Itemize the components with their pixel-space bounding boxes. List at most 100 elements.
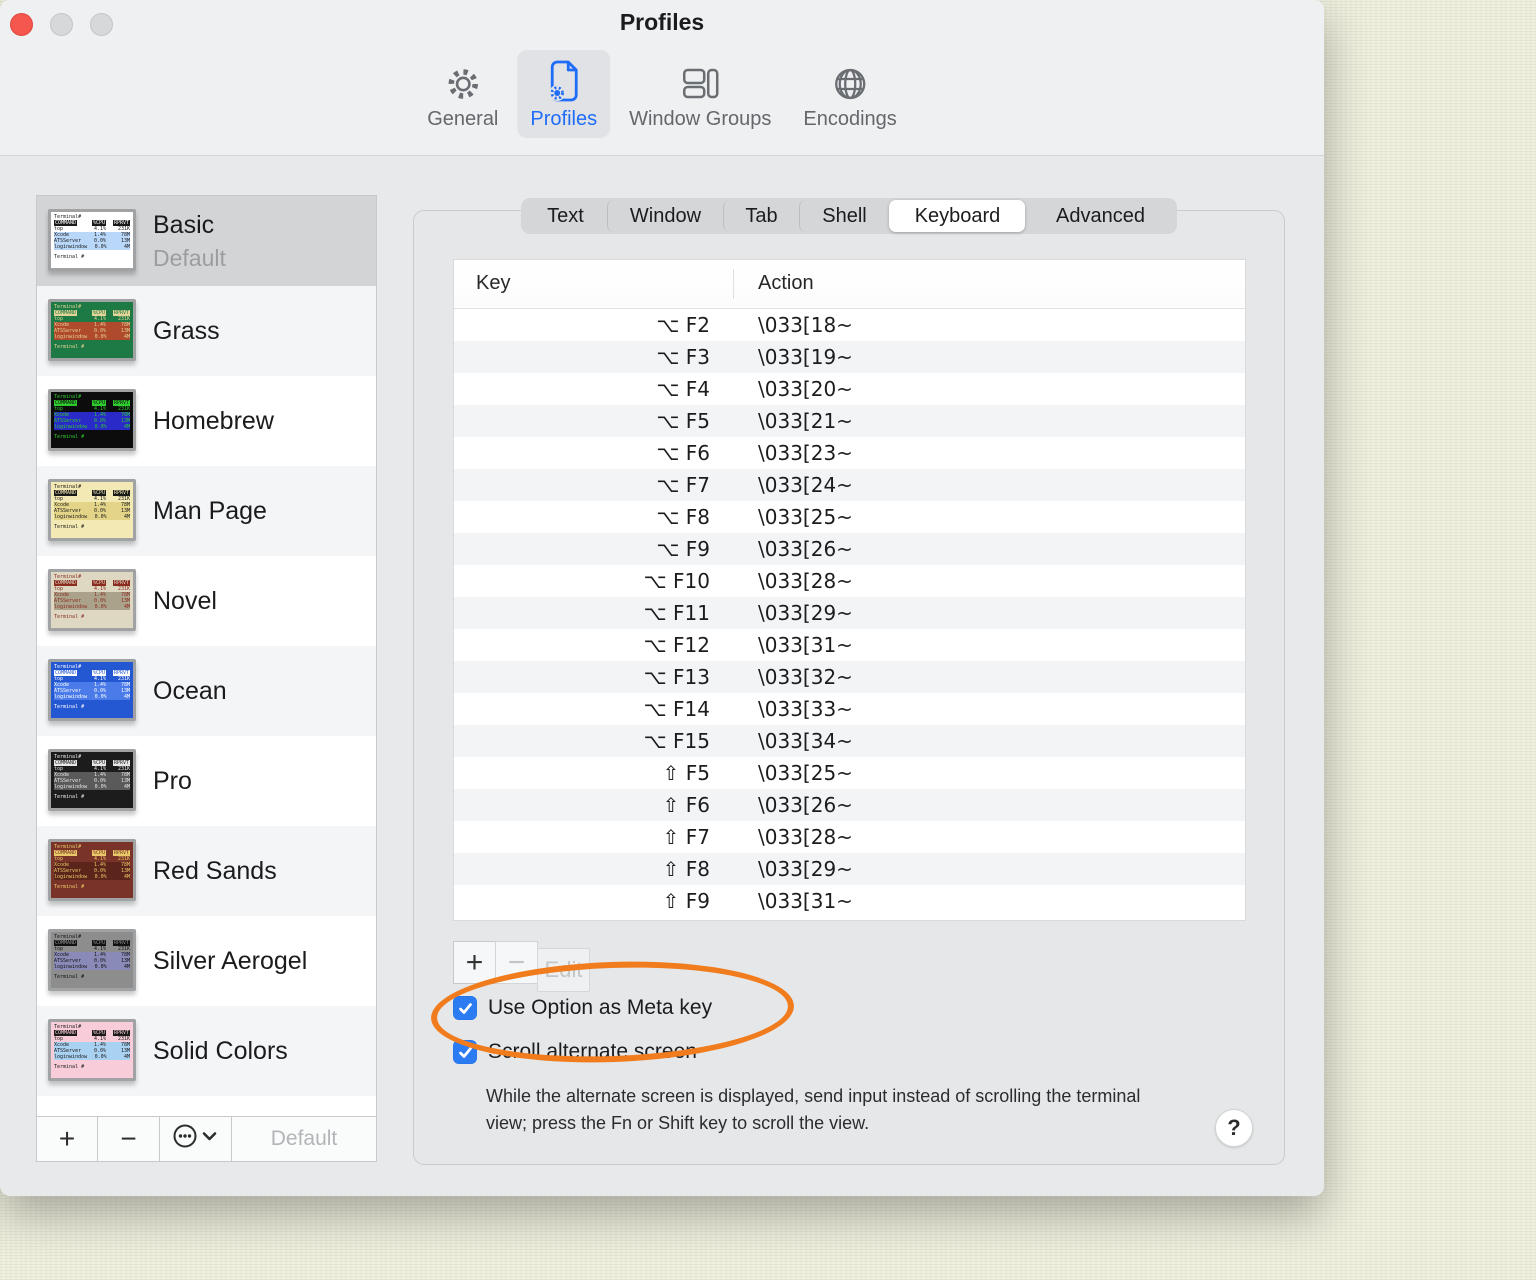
key-binding-row[interactable]: ⌥ F14 \033[33~ [454, 693, 1245, 725]
key-binding-row[interactable]: ⌥ F2 \033[18~ [454, 309, 1245, 341]
key-binding-row[interactable]: ⌥ F15 \033[34~ [454, 725, 1245, 757]
toolbar: General Profiles Window Groups Encodings [414, 50, 910, 138]
profile-name: Silver Aerogel [153, 946, 308, 975]
use-option-as-meta-key-checkbox[interactable] [453, 996, 477, 1020]
profile-item-grass[interactable]: Terminal# COMMAND %CPU RPRVT top 4.1% 231K… [37, 286, 376, 376]
action-cell: \033[19~ [758, 345, 853, 369]
add-profile-button[interactable]: + [37, 1117, 98, 1161]
profile-item-novel[interactable]: Terminal# COMMAND %CPU RPRVT top 4.1% 231K… [37, 556, 376, 646]
action-cell: \033[25~ [758, 761, 853, 785]
more-options-button[interactable] [160, 1117, 232, 1161]
key-binding-row[interactable]: ⇧ F6 \033[26~ [454, 789, 1245, 821]
globe-icon [830, 59, 870, 103]
profile-item-pro[interactable]: Terminal# COMMAND %CPU RPRVT top 4.1% 231K… [37, 736, 376, 826]
action-cell: \033[21~ [758, 409, 853, 433]
window-title: Profiles [619, 9, 705, 35]
key-cell: ⌥ F15 [643, 729, 710, 753]
scroll-alternate-screen-checkbox[interactable] [453, 1040, 477, 1064]
set-default-button[interactable]: Default [232, 1117, 376, 1161]
key-cell: ⌥ F2 [656, 313, 710, 337]
tab-window[interactable]: Window [607, 200, 723, 232]
action-cell: \033[34~ [758, 729, 853, 753]
key-binding-row[interactable]: ⌥ F5 \033[21~ [454, 405, 1245, 437]
action-cell: \033[29~ [758, 601, 853, 625]
action-cell: \033[28~ [758, 569, 853, 593]
profile-name: Homebrew [153, 406, 274, 435]
toolbar-item-profiles[interactable]: Profiles [517, 50, 611, 138]
remove-key-button[interactable]: − [495, 941, 538, 984]
key-binding-row[interactable]: ⌥ F13 \033[32~ [454, 661, 1245, 693]
key-cell: ⌥ F4 [656, 377, 710, 401]
alternate-screen-help-text: While the alternate screen is displayed,… [486, 1086, 1141, 1133]
tab-text[interactable]: Text [523, 200, 607, 232]
toolbar-item-general[interactable]: General [414, 50, 511, 138]
key-binding-row[interactable]: ⇧ F7 \033[28~ [454, 821, 1245, 853]
action-cell: \033[23~ [758, 441, 853, 465]
column-header-action: Action [758, 272, 814, 294]
profile-item-homebrew[interactable]: Terminal# COMMAND %CPU RPRVT top 4.1% 231K… [37, 376, 376, 466]
add-key-button[interactable]: + [453, 941, 496, 984]
window-groups-icon [680, 59, 720, 103]
key-binding-row[interactable]: ⌥ F7 \033[24~ [454, 469, 1245, 501]
profile-item-solid-colors[interactable]: Terminal# COMMAND %CPU RPRVT top 4.1% 231K… [37, 1006, 376, 1096]
action-cell: \033[31~ [758, 633, 853, 657]
key-binding-row[interactable]: ⌥ F9 \033[26~ [454, 533, 1245, 565]
profile-item-ocean[interactable]: Terminal# COMMAND %CPU RPRVT top 4.1% 231K… [37, 646, 376, 736]
terminal-preferences-window: Profiles General Profiles Window Groups … [0, 0, 1324, 1196]
checkbox-label: Use Option as Meta key [488, 996, 713, 1019]
key-cell: ⇧ F8 [662, 857, 710, 881]
key-binding-row[interactable]: ⌥ F11 \033[29~ [454, 597, 1245, 629]
toolbar-item-window-groups[interactable]: Window Groups [616, 50, 784, 138]
key-binding-row[interactable]: ⇧ F8 \033[29~ [454, 853, 1245, 885]
key-cell: ⌥ F9 [656, 537, 710, 561]
remove-profile-button[interactable]: − [98, 1117, 160, 1161]
help-button[interactable]: ? [1215, 1109, 1253, 1147]
tab-advanced[interactable]: Advanced [1025, 200, 1175, 232]
tab-shell[interactable]: Shell [799, 200, 889, 232]
profile-item-man-page[interactable]: Terminal# COMMAND %CPU RPRVT top 4.1% 231K… [37, 466, 376, 556]
profile-item-basic[interactable]: Terminal# COMMAND %CPU RPRVT top 4.1% 231K… [37, 196, 376, 286]
key-binding-row[interactable]: ⌥ F8 \033[25~ [454, 501, 1245, 533]
ellipsis-circle-chevron-icon [172, 1123, 220, 1156]
profile-list[interactable]: Terminal# COMMAND %CPU RPRVT top 4.1% 231K… [37, 196, 376, 1116]
tab-bar: Text Window Tab Shell Keyboard Advanced [521, 198, 1177, 234]
key-binding-row[interactable]: ⇧ F5 \033[25~ [454, 757, 1245, 789]
profile-thumbnail: Terminal# COMMAND %CPU RPRVT top 4.1% 231K… [48, 659, 136, 721]
profile-thumbnail: Terminal# COMMAND %CPU RPRVT top 4.1% 231K… [48, 1019, 136, 1081]
key-binding-row[interactable]: ⌥ F12 \033[31~ [454, 629, 1245, 661]
key-binding-row[interactable]: ⇧ F9 \033[31~ [454, 885, 1245, 917]
toolbar-item-encodings[interactable]: Encodings [790, 50, 909, 138]
key-binding-row[interactable]: ⌥ F10 \033[28~ [454, 565, 1245, 597]
profile-thumbnail: Terminal# COMMAND %CPU RPRVT top 4.1% 231K… [48, 209, 136, 271]
column-divider [733, 269, 734, 299]
key-binding-row[interactable]: ⌥ F4 \033[20~ [454, 373, 1245, 405]
window-titlebar: Profiles General Profiles Window Groups … [0, 0, 1324, 156]
key-binding-row[interactable]: ⌥ F6 \033[23~ [454, 437, 1245, 469]
action-cell: \033[33~ [758, 697, 853, 721]
toolbar-item-label: General [427, 108, 499, 130]
profile-name: Grass [153, 316, 220, 345]
profile-item-red-sands[interactable]: Terminal# COMMAND %CPU RPRVT top 4.1% 231K… [37, 826, 376, 916]
profile-thumbnail: Terminal# COMMAND %CPU RPRVT top 4.1% 231K… [48, 929, 136, 991]
sidebar-footer: + − Default [37, 1116, 376, 1161]
key-cell: ⌥ F5 [656, 409, 710, 433]
profile-document-icon [546, 59, 582, 103]
checkmark-icon [458, 1002, 472, 1014]
edit-key-button[interactable]: Edit [537, 948, 590, 992]
settings-panel: Text Window Tab Shell Keyboard Advanced Key A… [413, 198, 1285, 1165]
key-cell: ⌥ F3 [656, 345, 710, 369]
profile-name: Ocean [153, 676, 227, 705]
profile-subtitle: Default [153, 244, 226, 271]
profile-thumbnail: Terminal# COMMAND %CPU RPRVT top 4.1% 231K… [48, 389, 136, 451]
action-cell: \033[28~ [758, 825, 853, 849]
profile-item-silver-aerogel[interactable]: Terminal# COMMAND %CPU RPRVT top 4.1% 231K… [37, 916, 376, 1006]
key-bindings-table[interactable]: Key Action ⌥ F2 \033[18~ ⌥ F3 \033[19~ ⌥ F4 \… [453, 259, 1246, 921]
profile-thumbnail: Terminal# COMMAND %CPU RPRVT top 4.1% 231K… [48, 569, 136, 631]
action-cell: \033[24~ [758, 473, 853, 497]
key-cell: ⇧ F7 [662, 825, 710, 849]
key-binding-row[interactable]: ⌥ F3 \033[19~ [454, 341, 1245, 373]
action-cell: \033[25~ [758, 505, 853, 529]
action-cell: \033[32~ [758, 665, 853, 689]
tab-keyboard[interactable]: Keyboard [889, 200, 1025, 232]
tab-tab[interactable]: Tab [723, 200, 799, 232]
